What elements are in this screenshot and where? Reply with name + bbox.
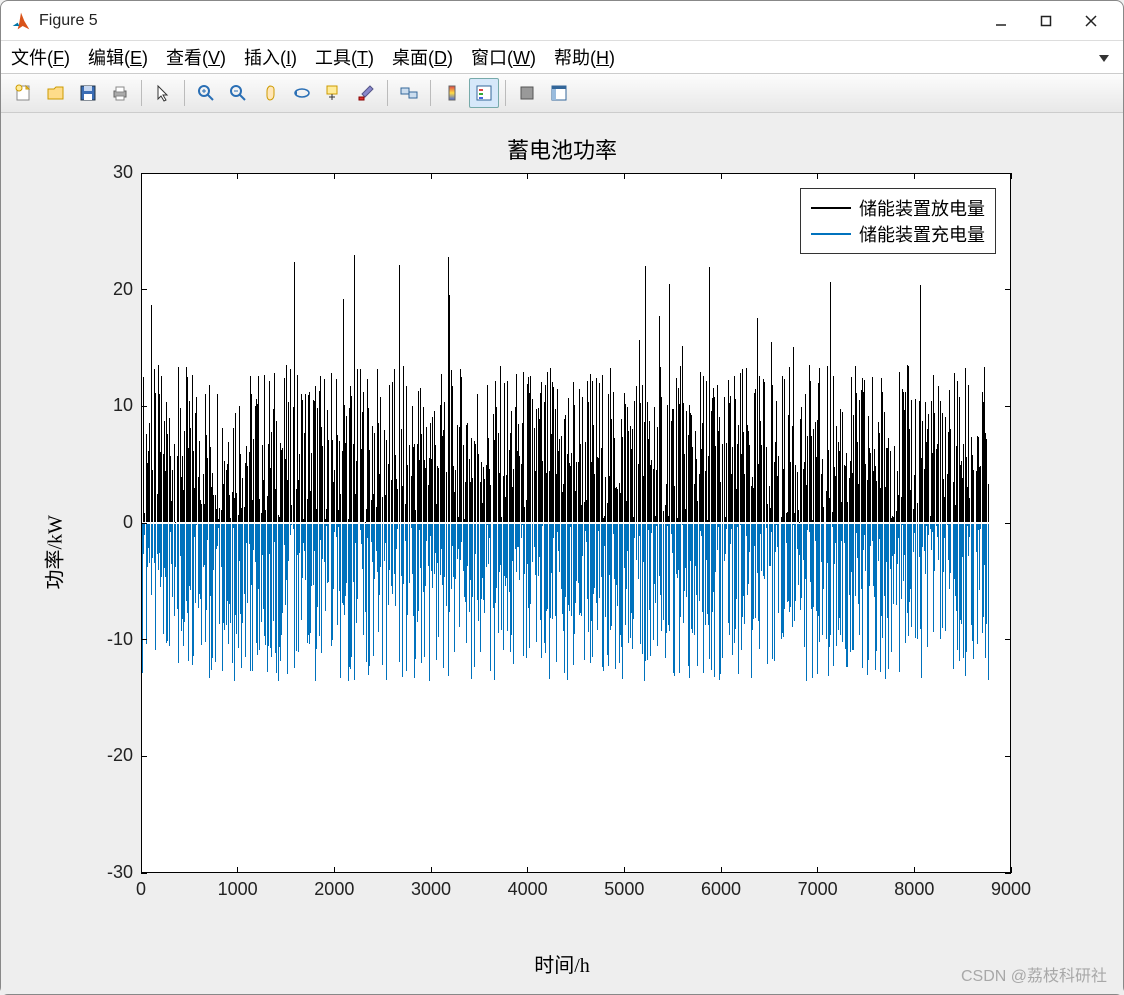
- minimize-button[interactable]: [978, 6, 1023, 36]
- zoom-in-button[interactable]: [191, 78, 221, 108]
- menu-overflow-icon[interactable]: [1097, 49, 1111, 70]
- pan-button[interactable]: [255, 78, 285, 108]
- rotate-3d-button[interactable]: [287, 78, 317, 108]
- y-tick: 20: [89, 279, 133, 300]
- x-tick: 1000: [208, 879, 268, 900]
- save-button[interactable]: [73, 78, 103, 108]
- open-button[interactable]: [41, 78, 71, 108]
- window-buttons: [978, 6, 1113, 36]
- menubar: 文件(F) 编辑(E) 查看(V) 插入(I) 工具(T) 桌面(D) 窗口(W…: [1, 41, 1123, 73]
- legend-label: 储能装置放电量: [859, 195, 985, 221]
- show-tools-button[interactable]: [544, 78, 574, 108]
- x-tick: 5000: [594, 879, 654, 900]
- link-plot-button[interactable]: [394, 78, 424, 108]
- menu-edit[interactable]: 编辑(E): [88, 44, 148, 70]
- titlebar: Figure 5: [1, 1, 1123, 41]
- window-title: Figure 5: [39, 12, 978, 30]
- y-tick: -20: [89, 745, 133, 766]
- menu-window[interactable]: 窗口(W): [471, 44, 536, 70]
- zoom-out-button[interactable]: [223, 78, 253, 108]
- hide-tools-button[interactable]: [512, 78, 542, 108]
- menu-help[interactable]: 帮助(H): [554, 44, 615, 70]
- y-tick: -10: [89, 629, 133, 650]
- toolbar: [1, 73, 1123, 113]
- menu-desktop[interactable]: 桌面(D): [392, 44, 453, 70]
- maximize-button[interactable]: [1023, 6, 1068, 36]
- matlab-icon: [11, 11, 31, 31]
- edit-pointer-button[interactable]: [148, 78, 178, 108]
- x-tick: 0: [111, 879, 171, 900]
- x-tick: 7000: [788, 879, 848, 900]
- x-axis-label: 时间/h: [3, 949, 1121, 978]
- new-figure-button[interactable]: [9, 78, 39, 108]
- print-button[interactable]: [105, 78, 135, 108]
- legend-item-discharge[interactable]: 储能装置放电量: [811, 195, 985, 221]
- x-tick: 9000: [981, 879, 1041, 900]
- y-tick: 30: [89, 162, 133, 183]
- brush-button[interactable]: [351, 78, 381, 108]
- close-button[interactable]: [1068, 6, 1113, 36]
- legend-label: 储能装置充电量: [859, 221, 985, 247]
- toolbar-separator: [430, 80, 431, 106]
- x-tick: 4000: [498, 879, 558, 900]
- x-tick: 6000: [691, 879, 751, 900]
- toolbar-separator: [184, 80, 185, 106]
- menu-tools[interactable]: 工具(T): [315, 44, 374, 70]
- figure-area: 蓄电池功率 功率/kW 时间/h 储能装置放电量 储能装置充电量 -30-20-…: [1, 113, 1123, 994]
- menu-view[interactable]: 查看(V): [166, 44, 226, 70]
- y-tick: 10: [89, 395, 133, 416]
- toolbar-separator: [141, 80, 142, 106]
- x-tick: 2000: [304, 879, 364, 900]
- toolbar-separator: [387, 80, 388, 106]
- y-tick: 0: [89, 512, 133, 533]
- figure-window: Figure 5 文件(F) 编辑(E) 查看(V) 插入(I) 工具(T) 桌…: [0, 0, 1124, 995]
- legend-item-charge[interactable]: 储能装置充电量: [811, 221, 985, 247]
- menu-insert[interactable]: 插入(I): [244, 44, 297, 70]
- insert-legend-button[interactable]: [469, 78, 499, 108]
- toolbar-separator: [505, 80, 506, 106]
- y-axis-label: 功率/kW: [39, 470, 68, 590]
- insert-colorbar-button[interactable]: [437, 78, 467, 108]
- chart-title: 蓄电池功率: [3, 133, 1121, 165]
- axes[interactable]: 储能装置放电量 储能装置充电量: [141, 173, 1011, 873]
- x-tick: 3000: [401, 879, 461, 900]
- x-tick: 8000: [884, 879, 944, 900]
- data-cursor-button[interactable]: [319, 78, 349, 108]
- figure-canvas[interactable]: 蓄电池功率 功率/kW 时间/h 储能装置放电量 储能装置充电量 -30-20-…: [3, 115, 1121, 992]
- legend[interactable]: 储能装置放电量 储能装置充电量: [800, 188, 996, 254]
- watermark: CSDN @荔枝科研社: [961, 962, 1107, 986]
- bars-container: [142, 174, 1010, 872]
- menu-file[interactable]: 文件(F): [11, 44, 70, 70]
